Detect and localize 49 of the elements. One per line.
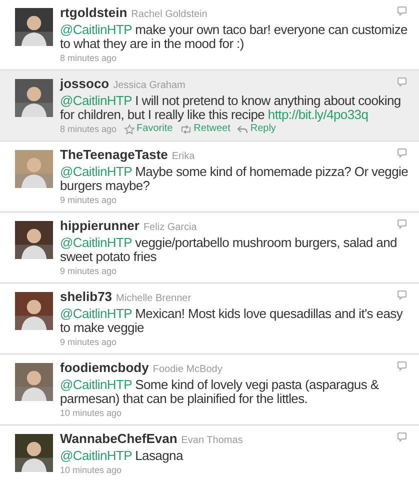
full-name: Michelle Brenner — [116, 292, 192, 306]
speech-bubble-icon[interactable] — [397, 290, 407, 300]
speech-bubble-icon[interactable] — [397, 77, 407, 87]
mention-link[interactable]: @CaitlinHTP — [60, 22, 132, 37]
reply-icon — [237, 124, 248, 134]
timestamp[interactable]: 9 minutes ago — [60, 194, 117, 206]
full-name: Evan Thomas — [181, 434, 243, 448]
speech-bubble-icon[interactable] — [397, 361, 407, 371]
mention-link[interactable]: @CaitlinHTP — [60, 164, 132, 179]
url-link[interactable]: http://bit.ly/4po33q — [268, 107, 368, 122]
timestamp[interactable]: 8 minutes ago — [60, 123, 117, 135]
username[interactable]: TheTeenageTaste — [60, 147, 168, 162]
username[interactable]: hippierunner — [60, 218, 140, 233]
full-name: Foodie McBody — [152, 363, 222, 377]
mention-link[interactable]: @CaitlinHTP — [60, 235, 132, 250]
mention-link[interactable]: @CaitlinHTP — [60, 377, 132, 392]
full-name: Rachel Goldstein — [131, 8, 208, 22]
action-link[interactable]: Reply — [237, 123, 276, 135]
retweet-icon — [180, 124, 192, 134]
speech-bubble-icon[interactable] — [397, 148, 407, 158]
tweet-text: @CaitlinHTP Lasagna — [60, 449, 184, 463]
tweet-text: @CaitlinHTP Maybe some kind of homemade pizza? Or veggie burgers maybe? — [60, 165, 410, 193]
mention-link[interactable]: @CaitlinHTP — [60, 306, 132, 321]
username[interactable]: WannabeChefEvan — [60, 431, 178, 446]
username[interactable]: jossoco — [60, 76, 110, 91]
username[interactable]: shelib73 — [60, 289, 112, 304]
tweet-text: @CaitlinHTP make your own taco bar! everyone can customize to what they are in the mood for :) — [60, 23, 408, 51]
timestamp[interactable]: 9 minutes ago — [60, 336, 117, 348]
mention-link[interactable]: @CaitlinHTP — [60, 93, 132, 108]
username[interactable]: rtgoldstein — [60, 5, 128, 20]
speech-bubble-icon[interactable] — [397, 432, 407, 442]
star-icon — [124, 124, 135, 134]
action-link[interactable]: Retweet — [180, 123, 230, 135]
full-name: Jessica Graham — [113, 79, 186, 93]
action-link[interactable]: Favorite — [124, 123, 173, 135]
full-name: Erika — [172, 150, 195, 164]
tweet-text: @CaitlinHTP Some kind of lovely vegi pasta (asparagus & parmesan) that can be plainified for the littles. — [60, 378, 380, 406]
timestamp[interactable]: 9 minutes ago — [60, 265, 117, 277]
username[interactable]: foodiemcbody — [60, 360, 149, 375]
speech-bubble-icon[interactable] — [397, 219, 407, 229]
timestamp[interactable]: 8 minutes ago — [60, 52, 117, 64]
tweet-text: @CaitlinHTP I will not pretend to know anything about cooking for children, but I really like this recipe http://bit.ly/4po33q — [60, 94, 402, 122]
full-name: Feliz Garcia — [143, 221, 197, 235]
timestamp[interactable]: 10 minutes ago — [60, 407, 122, 419]
speech-bubble-icon[interactable] — [397, 6, 407, 16]
mention-link[interactable]: @CaitlinHTP — [60, 448, 132, 463]
tweet-text: @CaitlinHTP Mexican! Most kids love quesadillas and it's easy to make veggie — [60, 307, 404, 335]
tweet-text: @CaitlinHTP veggie/portabello mushroom burgers, salad and sweet potato fries — [60, 236, 398, 264]
timestamp[interactable]: 10 minutes ago — [60, 464, 122, 476]
